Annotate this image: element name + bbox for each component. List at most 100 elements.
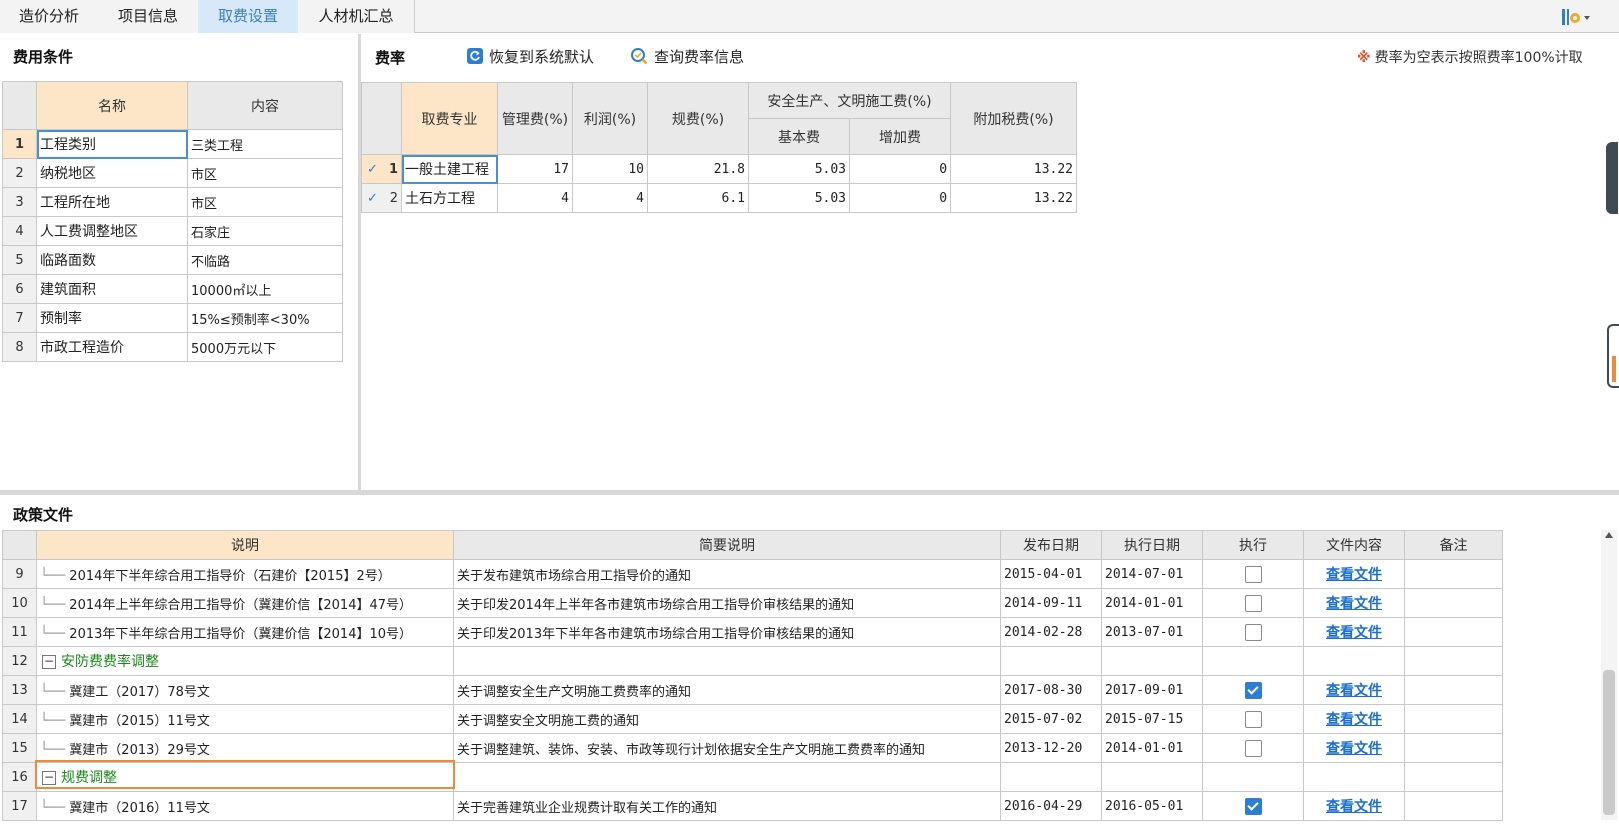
regulatory-rate-cell[interactable]: 21.8	[647, 154, 749, 184]
tab-fee-settings[interactable]: 取费设置	[198, 0, 299, 33]
fee-condition-row[interactable]: 3 工程所在地 市区	[2, 187, 343, 217]
execute-date-cell[interactable]: 2013-07-01	[1101, 617, 1203, 647]
row-number[interactable]: 13	[2, 675, 37, 705]
col-header-safety-group[interactable]: 安全生产、文明施工费(%)	[747, 82, 952, 119]
row-number[interactable]: 3	[2, 187, 37, 217]
policy-summary-cell[interactable]: 关于印发2013年下半年各市建筑市场综合用工指导价审核结果的通知	[453, 617, 1001, 647]
view-file-link[interactable]: 查看文件	[1326, 683, 1382, 699]
col-header-exec-date[interactable]: 执行日期	[1101, 530, 1203, 560]
condition-name[interactable]: 纳税地区	[36, 158, 188, 188]
profit-rate-cell[interactable]: 10	[572, 154, 648, 184]
condition-name[interactable]: 市政工程造价	[36, 332, 188, 362]
policy-desc-cell[interactable]: └── 冀建工（2017）78号文	[36, 675, 454, 705]
condition-name[interactable]: 预制率	[36, 303, 188, 333]
execute-date-cell[interactable]	[1101, 762, 1203, 792]
fee-rate-row[interactable]: ✓ 1 一般土建工程 17 10 21.8 5.03 0 13.22	[361, 154, 1078, 184]
fee-condition-row[interactable]: 6 建筑面积 10000㎡以上	[2, 274, 343, 304]
row-number[interactable]: 4	[2, 216, 37, 246]
publish-date-cell[interactable]: 2017-08-30	[1000, 675, 1102, 705]
policy-summary-cell[interactable]	[453, 762, 1001, 792]
condition-name[interactable]: 临路面数	[36, 245, 188, 275]
execute-cell[interactable]	[1202, 617, 1304, 647]
execute-cell[interactable]	[1202, 646, 1304, 676]
publish-date-cell[interactable]	[1000, 762, 1102, 792]
condition-value[interactable]: 10000㎡以上	[187, 274, 343, 304]
execute-date-cell[interactable]	[1101, 646, 1203, 676]
col-header-note[interactable]: 备注	[1404, 530, 1503, 560]
row-number[interactable]: 15	[2, 733, 37, 763]
note-cell[interactable]	[1404, 617, 1503, 647]
note-cell[interactable]	[1404, 733, 1503, 763]
execute-checkbox[interactable]	[1244, 681, 1262, 699]
basic-rate-cell[interactable]: 5.03	[748, 154, 850, 184]
col-header-regulatory[interactable]: 规费(%)	[647, 82, 749, 155]
policy-desc-cell[interactable]: └── 冀建市（2016）11号文	[36, 791, 454, 821]
side-collapse-handle[interactable]	[1606, 142, 1618, 214]
policy-summary-cell[interactable]: 关于调整安全文明施工费的通知	[453, 704, 1001, 734]
execute-cell[interactable]	[1202, 762, 1304, 792]
condition-value[interactable]: 石家庄	[187, 216, 343, 246]
execute-cell[interactable]	[1202, 733, 1304, 763]
policy-row[interactable]: 17 └── 冀建市（2016）11号文 关于完善建筑业企业规费计取有关工作的通知 20…	[2, 791, 1503, 821]
specialty-cell[interactable]: 一般土建工程	[401, 154, 498, 184]
execute-checkbox[interactable]	[1244, 623, 1262, 641]
execute-checkbox[interactable]	[1244, 565, 1262, 583]
condition-name[interactable]: 建筑面积	[36, 274, 188, 304]
extra-rate-cell[interactable]: 0	[848, 183, 952, 213]
execute-cell[interactable]	[1202, 675, 1304, 705]
col-header-basic[interactable]: 基本费	[748, 118, 850, 155]
col-header-profit[interactable]: 利润(%)	[572, 82, 648, 155]
policy-row[interactable]: 14 └── 冀建市（2015）11号文 关于调整安全文明施工费的通知 2015-07-…	[2, 704, 1503, 734]
execute-date-cell[interactable]: 2014-01-01	[1101, 733, 1203, 763]
col-header-content[interactable]: 内容	[187, 81, 343, 130]
publish-date-cell[interactable]: 2013-12-20	[1000, 733, 1102, 763]
fee-condition-row[interactable]: 5 临路面数 不临路	[2, 245, 343, 275]
row-number[interactable]: 8	[2, 332, 37, 362]
execute-cell[interactable]	[1202, 704, 1304, 734]
collapse-icon[interactable]: −	[42, 771, 56, 785]
policy-desc-cell[interactable]: − 安防费费率调整	[36, 646, 454, 676]
view-file-link[interactable]: 查看文件	[1326, 712, 1382, 728]
publish-date-cell[interactable]: 2015-04-01	[1000, 559, 1102, 589]
col-header-file[interactable]: 文件内容	[1303, 530, 1405, 560]
col-header-extra[interactable]: 增加费	[848, 118, 952, 155]
row-number[interactable]: ✓ 2	[361, 183, 402, 213]
note-cell[interactable]	[1404, 559, 1503, 589]
policy-group-row[interactable]: 12− 安防费费率调整	[2, 646, 1503, 676]
policy-summary-cell[interactable]: 关于印发2014年上半年各市建筑市场综合用工指导价审核结果的通知	[453, 588, 1001, 618]
execute-checkbox[interactable]	[1244, 710, 1262, 728]
condition-value[interactable]: 不临路	[187, 245, 343, 275]
view-file-link[interactable]: 查看文件	[1326, 741, 1382, 757]
row-number[interactable]: 6	[2, 274, 37, 304]
execute-date-cell[interactable]: 2015-07-15	[1101, 704, 1203, 734]
execute-date-cell[interactable]: 2017-09-01	[1101, 675, 1203, 705]
row-number[interactable]: 11	[2, 617, 37, 647]
publish-date-cell[interactable]: 2014-09-11	[1000, 588, 1102, 618]
policy-summary-cell[interactable]: 关于发布建筑市场综合用工指导价的通知	[453, 559, 1001, 589]
condition-name[interactable]: 工程类别	[36, 129, 188, 159]
policy-desc-cell[interactable]: └── 冀建市（2013）29号文	[36, 733, 454, 763]
policy-summary-cell[interactable]	[453, 646, 1001, 676]
basic-rate-cell[interactable]: 5.03	[748, 183, 850, 213]
row-number[interactable]: ✓ 1	[361, 154, 402, 184]
policy-desc-cell[interactable]: └── 冀建市（2015）11号文	[36, 704, 454, 734]
toolbar-settings-icon[interactable]	[1560, 6, 1594, 28]
col-header-desc[interactable]: 说明	[36, 530, 454, 560]
policy-scrollbar[interactable]	[1601, 530, 1617, 820]
restore-default-button[interactable]: 恢复到系统默认	[467, 45, 594, 67]
policy-row[interactable]: 10 └── 2014年上半年综合用工指导价（冀建价信【2014】47号） 关于印发2…	[2, 588, 1503, 618]
row-number[interactable]: 7	[2, 303, 37, 333]
tab-cost-analysis[interactable]: 造价分析	[0, 0, 99, 33]
row-number[interactable]: 17	[2, 791, 37, 821]
note-cell[interactable]	[1404, 791, 1503, 821]
mgmt-rate-cell[interactable]: 4	[497, 183, 573, 213]
view-file-link[interactable]: 查看文件	[1326, 625, 1382, 641]
execute-date-cell[interactable]: 2016-05-01	[1101, 791, 1203, 821]
fee-condition-row[interactable]: 1 工程类别 三类工程	[2, 129, 343, 159]
row-number[interactable]: 2	[2, 158, 37, 188]
note-cell[interactable]	[1404, 704, 1503, 734]
policy-desc-cell[interactable]: └── 2014年上半年综合用工指导价（冀建价信【2014】47号）	[36, 588, 454, 618]
condition-value[interactable]: 三类工程	[187, 129, 343, 159]
execute-cell[interactable]	[1202, 588, 1304, 618]
tab-project-info[interactable]: 项目信息	[98, 0, 199, 33]
